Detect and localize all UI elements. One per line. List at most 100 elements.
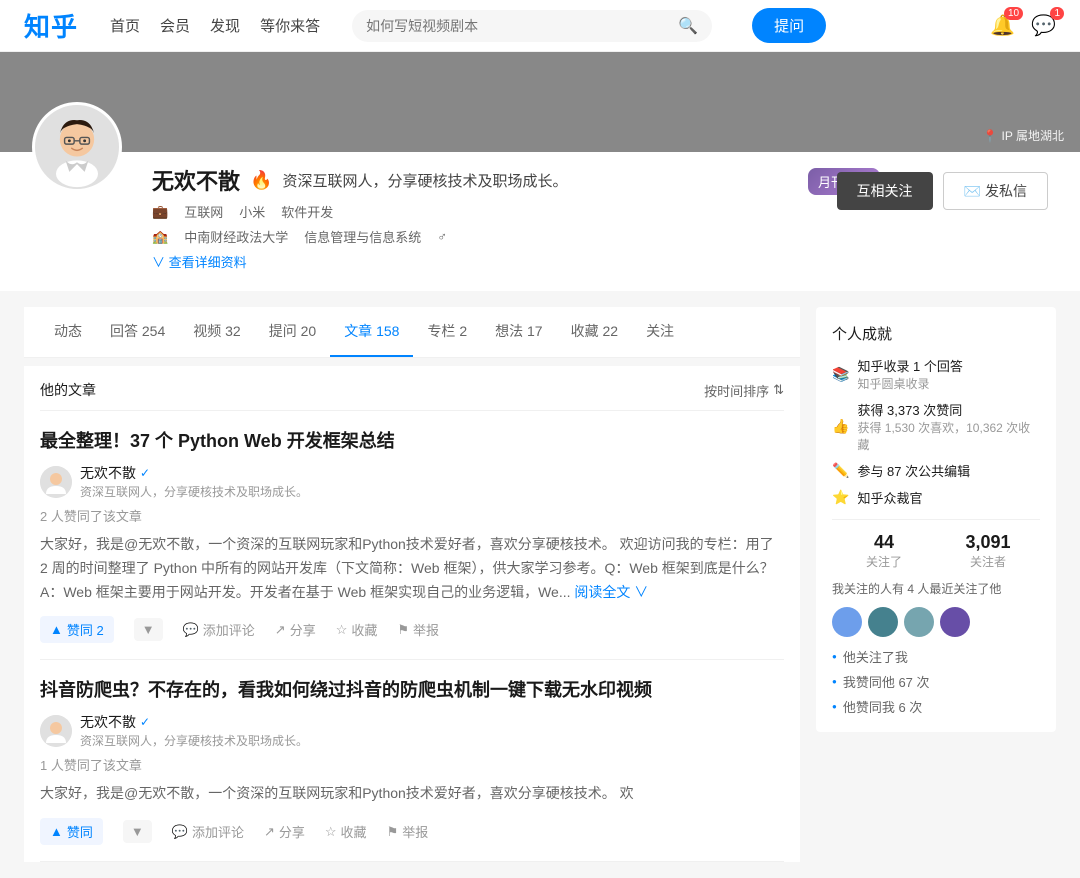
share-button[interactable]: ↗ 分享 [275, 620, 316, 639]
profile-section: 无欢不散 🔥 资深互联网人，分享硬核技术及职场成长。 💼 互联网 小米 软件开发… [0, 152, 1080, 291]
article-item-2: 抖音防爬虫？不存在的，看我如何绕过抖音的防爬虫机制一键下载无水印视频 无欢不散 … [40, 660, 784, 862]
flag-icon: ⚑ [397, 622, 409, 638]
tag-internet: 互联网 [184, 202, 223, 221]
tab-articles[interactable]: 文章 158 [330, 307, 413, 357]
star-sidebar-icon: ⭐ [832, 489, 849, 506]
follower-avatar-3[interactable] [940, 607, 970, 637]
author-name[interactable]: 无欢不散 [80, 463, 136, 483]
profile-banner: 📍 IP 属地湖北 [0, 52, 1080, 152]
share-icon: ↗ [275, 622, 286, 638]
article-actions-2: ▲ 赞同 ▼ 💬 添加评论 ↗ 分享 ☆ [40, 818, 784, 845]
tab-activity[interactable]: 动态 [40, 307, 96, 357]
vote-up-button-2[interactable]: ▲ 赞同 [40, 818, 103, 845]
nav-membership[interactable]: 会员 [160, 15, 190, 36]
author-name-2[interactable]: 无欢不散 [80, 712, 136, 732]
followers-count: 3,091 [936, 532, 1040, 553]
message-icon-wrap[interactable]: 💬 1 [1031, 13, 1056, 38]
tab-following[interactable]: 关注 [632, 307, 688, 357]
articles-header: 他的文章 按时间排序 ⇅ [40, 366, 784, 411]
up-arrow-icon: ▲ [50, 622, 63, 637]
tab-questions[interactable]: 提问 20 [255, 307, 330, 357]
vote-down-button[interactable]: ▼ [134, 618, 163, 641]
article-actions: ▲ 赞同 2 ▼ 💬 添加评论 ↗ 分享 ☆ [40, 616, 784, 643]
followers-stat[interactable]: 3,091 关注者 [936, 532, 1040, 570]
dot-icon-1: ● [832, 677, 837, 686]
achievement-item-0: 📚 知乎收录 1 个回答 知乎圆桌收录 [832, 356, 1040, 392]
read-more-link[interactable]: 阅读全文 ∨ [574, 584, 648, 600]
tab-answers[interactable]: 回答 254 [96, 307, 179, 357]
stats-row: 44 关注了 3,091 关注者 [832, 532, 1040, 570]
following-count: 44 [832, 532, 936, 553]
follower-avatar-0[interactable] [832, 607, 862, 637]
article-item: 最全整理！37 个 Python Web 开发框架总结 无欢不散 ✓ [40, 411, 784, 660]
tab-videos[interactable]: 视频 32 [179, 307, 254, 357]
star-icon-2: ☆ [325, 824, 337, 840]
author-avatar-2 [40, 715, 72, 747]
achievements-card: 个人成就 📚 知乎收录 1 个回答 知乎圆桌收录 👍 获得 3,373 次赞同 … [816, 307, 1056, 732]
message-button[interactable]: ✉️ 发私信 [943, 172, 1048, 210]
profile-name: 无欢不散 [152, 164, 240, 196]
header-icons: 🔔 10 💬 1 [990, 13, 1056, 38]
search-input[interactable] [366, 18, 670, 34]
dot-icon-2: ● [832, 702, 837, 711]
major-name: 信息管理与信息系统 [304, 227, 421, 246]
logo[interactable]: 知乎 [24, 7, 78, 44]
add-comment-button[interactable]: 💬 添加评论 [183, 620, 255, 639]
i-voted-him[interactable]: ● 我赞同他 67 次 [832, 672, 1040, 691]
view-detail-link[interactable]: ∨ 查看详细资料 [152, 255, 247, 270]
content-area: 动态 回答 254 视频 32 提问 20 文章 158 专栏 2 想法 17 … [24, 307, 800, 862]
follower-avatar-2[interactable] [904, 607, 934, 637]
verified-icon-2: ✓ [140, 715, 150, 729]
tabs: 动态 回答 254 视频 32 提问 20 文章 158 专栏 2 想法 17 … [24, 307, 800, 358]
tab-columns[interactable]: 专栏 2 [413, 307, 481, 357]
he-follows-me[interactable]: ● 他关注了我 [832, 647, 1040, 666]
nav: 首页 会员 发现 等你来答 [110, 15, 320, 36]
location-icon: 📍 [983, 129, 998, 143]
author-bio-2: 资深互联网人，分享硬核技术及职场成长。 [80, 732, 308, 749]
notification-bell[interactable]: 🔔 10 [990, 13, 1015, 38]
tab-favorites[interactable]: 收藏 22 [557, 307, 632, 357]
dot-icon-0: ● [832, 652, 837, 661]
articles-title: 他的文章 [40, 380, 96, 400]
report-button-2[interactable]: ⚑ 举报 [387, 822, 429, 841]
profile-bio: 资深互联网人，分享硬核技术及职场成长。 [282, 170, 567, 191]
comment-icon-2: 💬 [172, 824, 188, 840]
nav-waitforyou[interactable]: 等你来答 [260, 15, 320, 36]
down-arrow-icon-2: ▼ [131, 824, 144, 839]
edu-icon: 🏫 [152, 229, 168, 245]
follow-button[interactable]: 互相关注 [837, 172, 933, 210]
nav-discover[interactable]: 发现 [210, 15, 240, 36]
school-name: 中南财经政法大学 [184, 227, 288, 246]
vote-down-button-2[interactable]: ▼ [123, 820, 152, 843]
author-row-2: 无欢不散 ✓ 资深互联网人，分享硬核技术及职场成长。 [40, 712, 784, 749]
nav-home[interactable]: 首页 [110, 15, 140, 36]
article-title-2[interactable]: 抖音防爬虫？不存在的，看我如何绕过抖音的防爬虫机制一键下载无水印视频 [40, 676, 784, 702]
favorite-button-2[interactable]: ☆ 收藏 [325, 822, 367, 841]
article-title[interactable]: 最全整理！37 个 Python Web 开发框架总结 [40, 427, 784, 453]
avatar [32, 102, 122, 192]
sidebar: 个人成就 📚 知乎收录 1 个回答 知乎圆桌收录 👍 获得 3,373 次赞同 … [816, 307, 1056, 862]
favorite-button[interactable]: ☆ 收藏 [336, 620, 378, 639]
recent-followers [832, 607, 1040, 637]
add-comment-button-2[interactable]: 💬 添加评论 [172, 822, 244, 841]
up-arrow-icon-2: ▲ [50, 824, 63, 839]
following-stat[interactable]: 44 关注了 [832, 532, 936, 570]
recent-followers-note: 我关注的人有 4 人最近关注了他 [832, 580, 1040, 597]
sort-icon: ⇅ [773, 382, 784, 398]
gender-icon: ♂ [437, 229, 447, 244]
author-bio: 资深互联网人，分享硬核技术及职场成长。 [80, 483, 308, 500]
tab-thoughts[interactable]: 想法 17 [481, 307, 556, 357]
ask-button[interactable]: 提问 [752, 8, 826, 43]
chevron-icon: ∨ [152, 255, 165, 270]
verified-icon: ✓ [140, 466, 150, 480]
sort-button[interactable]: 按时间排序 ⇅ [704, 381, 784, 400]
share-button-2[interactable]: ↗ 分享 [264, 822, 305, 841]
he-voted-me[interactable]: ● 他赞同我 6 次 [832, 697, 1040, 716]
achievements-title: 个人成就 [832, 323, 1040, 344]
follower-info: ● 他关注了我 ● 我赞同他 67 次 ● 他赞同我 6 次 [832, 647, 1040, 716]
thumb-icon: 👍 [832, 418, 849, 435]
vote-up-button[interactable]: ▲ 赞同 2 [40, 616, 114, 643]
follower-avatar-1[interactable] [868, 607, 898, 637]
report-button[interactable]: ⚑ 举报 [397, 620, 439, 639]
tag-xiaomi: 小米 [239, 202, 265, 221]
